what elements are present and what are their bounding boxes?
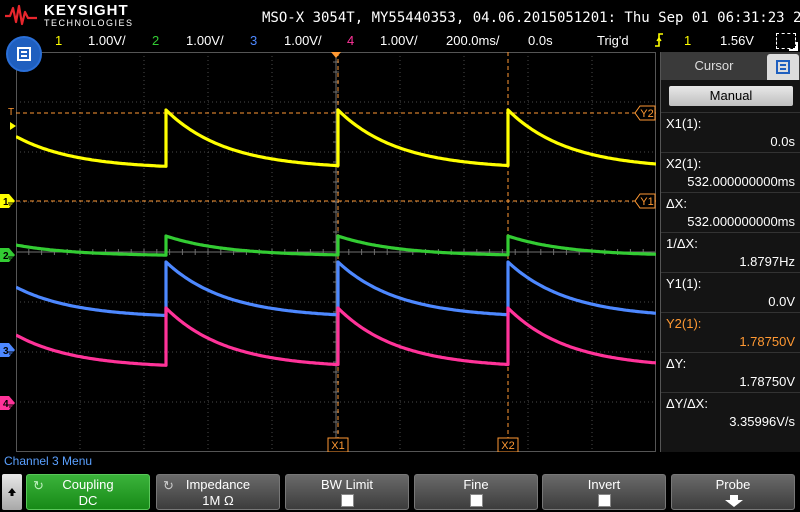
logo-brand-text: KEYSIGHT [44, 2, 129, 19]
softkey-label: BW Limit [321, 477, 373, 492]
softkey-bw-limit[interactable]: BW Limit [285, 474, 409, 510]
ch3-ground-marker: 3 [0, 343, 15, 357]
ch2-scale[interactable]: 1.00V/ [186, 33, 224, 48]
softkey-invert[interactable]: Invert [542, 474, 666, 510]
ch4-number[interactable]: 4 [347, 33, 354, 48]
measurement-label: X2(1): [666, 156, 702, 171]
cursor-y1-label: Y1 [634, 193, 656, 209]
measurement-value: 3.35996V/s [729, 414, 795, 429]
softkey-bar: Channel 3 Menu ↻ Coupling DC ↻ Impedance 1M Ω… [0, 454, 800, 512]
ch2-ground-marker: 2 [0, 248, 15, 262]
trigger-edge-icon[interactable] [654, 33, 664, 50]
waveform-graticule: Y2 Y1 X1 X2 [15, 51, 657, 453]
softkey-label: Coupling [62, 477, 114, 492]
softkey-fine[interactable]: Fine [414, 474, 538, 510]
softkey-label: Impedance [185, 477, 251, 492]
delay[interactable]: 0.0s [528, 33, 553, 48]
measurement-value: 1.78750V [739, 334, 795, 349]
cursor-x2-label: X2 [497, 437, 519, 453]
cursor-measurement-row: Y2(1): 1.78750V [661, 312, 800, 352]
ch4-ground-marker: 4 [0, 396, 15, 410]
softkey-label: Invert [587, 477, 621, 492]
measurement-label: ΔY/ΔX: [666, 396, 708, 411]
keysight-wave-icon [5, 4, 37, 26]
measurement-label: ΔY: [666, 356, 687, 371]
header: KEYSIGHT TECHNOLOGIES MSO-X 3054T, MY554… [0, 0, 800, 32]
up-arrow-icon[interactable] [2, 474, 22, 510]
ch1-ground-marker: 1 [0, 194, 15, 208]
ch1-number[interactable]: 1 [55, 33, 62, 48]
trigger-level[interactable]: 1.56V [720, 33, 754, 48]
ch3-scale[interactable]: 1.00V/ [284, 33, 322, 48]
softkey-label: Fine [463, 477, 489, 492]
svg-text:T: T [8, 107, 14, 118]
measurement-value: 1.8797Hz [739, 254, 795, 269]
cursor-measurement-row: ΔX: 532.000000000ms [661, 192, 800, 232]
softkey-probe[interactable]: Probe [671, 474, 795, 510]
panel-menu-icon[interactable] [767, 54, 799, 80]
measurement-label: X1(1): [666, 116, 702, 131]
cursor-measurement-row: X1(1): 0.0s [661, 112, 800, 152]
cursor-mode-button[interactable]: Manual [669, 86, 793, 106]
timebase[interactable]: 200.0ms/ [446, 33, 499, 48]
measurement-label: Y1(1): [666, 276, 702, 291]
softkey-label: Probe [715, 477, 751, 492]
fullscreen-toggle-icon[interactable] [776, 33, 798, 51]
cursor-measurement-row: ΔY/ΔX: 3.35996V/s [661, 392, 800, 432]
measurement-value: 0.0V [768, 294, 795, 309]
cursor-panel-body: Manual X1(1): 0.0s X2(1): 532.000000000ms ΔX… [661, 80, 800, 452]
svg-text:X2: X2 [501, 440, 514, 452]
measurement-value: 0.0s [770, 134, 795, 149]
channel-ground-markers: 1 2 3 4 T [0, 107, 16, 410]
measurement-value: 532.000000000ms [687, 214, 795, 229]
measurement-label: 1/ΔX: [666, 236, 698, 251]
cursor-measurement-row: Y1(1): 0.0V [661, 272, 800, 312]
instrument-title: MSO-X 3054T, MY55440353, 04.06.201505120… [262, 10, 800, 26]
measurement-label: ΔX: [666, 196, 687, 211]
softkey-checkbox[interactable] [470, 494, 483, 507]
softkey-checkbox[interactable] [341, 494, 354, 507]
measurement-value: 1.78750V [739, 374, 795, 389]
main-menu-icon[interactable] [6, 36, 42, 72]
cursor-y2-label: Y2 [634, 105, 656, 121]
cursor-measurement-row: 1/ΔX: 1.8797Hz [661, 232, 800, 272]
waveform-display[interactable]: Y2 Y1 X1 X2 [15, 51, 657, 453]
cursor-panel: Cursor Manual X1(1): 0.0s X2(1): 532.000000… [660, 52, 800, 452]
trigger-level-marker: T [8, 107, 16, 130]
softkey-checkbox[interactable] [598, 494, 611, 507]
measurement-label: Y2(1): [666, 316, 702, 331]
softkey-impedance[interactable]: ↻ Impedance 1M Ω [156, 474, 280, 510]
softkey-value: DC [78, 493, 98, 508]
cursor-measurement-row: ΔY: 1.78750V [661, 352, 800, 392]
svg-text:Y1: Y1 [640, 196, 653, 208]
trigger-status: Trig'd [597, 33, 629, 48]
ch1-scale[interactable]: 1.00V/ [88, 33, 126, 48]
softkey-coupling[interactable]: ↻ Coupling DC [26, 474, 150, 510]
cursor-tab[interactable]: Cursor [661, 52, 767, 80]
cursor-x1-label: X1 [327, 437, 349, 453]
logo-sub-text: TECHNOLOGIES [44, 18, 134, 28]
trigger-position-marker [331, 52, 341, 58]
keysight-logo: KEYSIGHT TECHNOLOGIES [4, 2, 134, 30]
softkey-value: 1M Ω [202, 493, 234, 508]
ch4-scale[interactable]: 1.00V/ [380, 33, 418, 48]
measurement-value: 532.000000000ms [687, 174, 795, 189]
cursor-measurement-row: X2(1): 532.000000000ms [661, 152, 800, 192]
ch2-number[interactable]: 2 [152, 33, 159, 48]
ch3-number[interactable]: 3 [250, 33, 257, 48]
svg-text:Y2: Y2 [640, 108, 653, 120]
channel-bar: 1 1.00V/ 2 1.00V/ 3 1.00V/ 4 1.00V/ 200.… [0, 32, 800, 50]
svg-text:X1: X1 [331, 440, 344, 452]
softkey-menu-title: Channel 3 Menu [4, 454, 93, 468]
trigger-channel[interactable]: 1 [684, 33, 691, 48]
down-arrow-icon [724, 494, 744, 511]
